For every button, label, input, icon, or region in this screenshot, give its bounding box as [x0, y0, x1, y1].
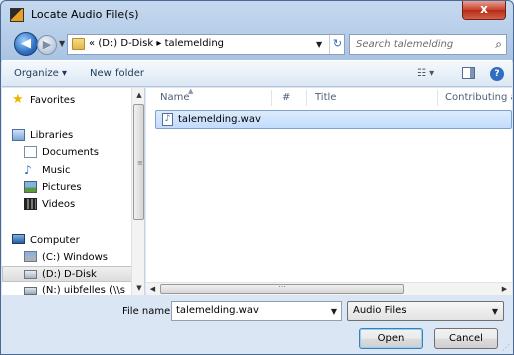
- videos-icon: [24, 198, 37, 210]
- chevron-down-icon[interactable]: ▼: [331, 307, 337, 316]
- file-name-label: File name:: [122, 306, 174, 317]
- audio-file-icon: ♪: [162, 113, 173, 126]
- change-view-button[interactable]: ☷ ▾: [417, 68, 434, 79]
- column-divider[interactable]: [271, 90, 272, 106]
- column-header: ▲ Name # Title Contributing ar: [146, 88, 512, 108]
- nav-vertical-scrollbar[interactable]: ▲ ≡ ▼: [131, 88, 144, 295]
- documents-icon: [24, 146, 37, 158]
- file-name-field[interactable]: talemelding.wav ▼: [171, 301, 342, 321]
- preview-pane-icon[interactable]: [462, 67, 475, 79]
- search-icon[interactable]: ⌕: [495, 37, 502, 52]
- nav-videos-label: Videos: [42, 199, 76, 210]
- computer-icon: [12, 234, 25, 244]
- address-dropdown-icon[interactable]: ▼: [316, 40, 322, 49]
- file-list: ▲ Name # Title Contributing ar ♪ talemel…: [146, 88, 512, 282]
- nav-favorites-label: Favorites: [30, 95, 76, 106]
- nav-music[interactable]: ♪ Music: [2, 163, 144, 179]
- navigation-pane: ★ Favorites Libraries Documents ♪ Music …: [2, 88, 145, 295]
- breadcrumb-folder[interactable]: talemelding: [165, 38, 224, 49]
- nav-music-label: Music: [42, 165, 71, 176]
- nav-libraries-label: Libraries: [30, 130, 74, 141]
- nav-favorites[interactable]: ★ Favorites: [2, 93, 144, 109]
- nav-computer-label: Computer: [30, 235, 80, 246]
- nav-drive-c[interactable]: (C:) Windows: [2, 250, 144, 266]
- scroll-left-icon[interactable]: ◀: [146, 283, 159, 296]
- breadcrumb-separator[interactable]: ▸: [156, 38, 161, 49]
- refresh-icon: ↻: [332, 37, 343, 50]
- nav-documents-label: Documents: [42, 147, 100, 158]
- column-contributing-artists[interactable]: Contributing ar: [445, 92, 512, 103]
- address-bar[interactable]: « (D:) D-Disk ▸ talemelding ▼: [67, 34, 345, 55]
- grip-icon: ≡: [137, 159, 143, 167]
- scroll-right-icon[interactable]: ▶: [498, 283, 511, 296]
- file-row[interactable]: ♪ talemelding.wav: [155, 110, 512, 129]
- column-divider[interactable]: [306, 90, 307, 106]
- drive-icon: [24, 270, 37, 279]
- breadcrumb: « (D:) D-Disk ▸ talemelding: [89, 38, 224, 49]
- scroll-thumb[interactable]: ≡: [133, 104, 144, 220]
- folder-icon: [72, 38, 85, 50]
- forward-arrow-icon: ▶: [42, 38, 52, 51]
- grip-icon: ⋯: [278, 282, 286, 291]
- help-icon[interactable]: ?: [490, 67, 504, 81]
- command-toolbar: Organize ▾ New folder ☷ ▾ ?: [2, 60, 512, 87]
- nav-computer[interactable]: Computer: [2, 233, 144, 249]
- forward-button[interactable]: ▶: [37, 35, 57, 55]
- column-name[interactable]: Name: [160, 92, 190, 103]
- pictures-icon: [24, 181, 37, 193]
- drive-icon: [24, 251, 37, 262]
- nav-videos[interactable]: Videos: [2, 197, 144, 213]
- title-bar[interactable]: Locate Audio File(s) x: [1, 1, 513, 29]
- chevron-down-icon: ▾: [429, 68, 435, 79]
- new-folder-button[interactable]: New folder: [90, 68, 144, 79]
- network-drive-icon: [24, 287, 37, 295]
- search-box[interactable]: ⌕: [349, 34, 507, 55]
- horizontal-scrollbar[interactable]: ◀ ⋯ ▶: [146, 282, 512, 295]
- refresh-button[interactable]: ↻: [329, 35, 345, 54]
- nav-pictures-label: Pictures: [42, 182, 82, 193]
- cancel-button[interactable]: Cancel: [434, 328, 498, 349]
- dialog-window: Locate Audio File(s) x ◀ ▶ ▼ « (D:) D-Di…: [0, 0, 514, 355]
- resize-grip-icon[interactable]: ⋰: [502, 343, 510, 352]
- column-divider[interactable]: [437, 90, 438, 106]
- libraries-icon: [12, 129, 25, 141]
- file-type-value: Audio Files: [353, 305, 407, 316]
- file-type-select[interactable]: Audio Files ▼: [347, 301, 504, 321]
- nav-documents[interactable]: Documents: [2, 145, 144, 161]
- address-row: ◀ ▶ ▼ « (D:) D-Disk ▸ talemelding ▼ ↻ ⌕: [1, 29, 513, 59]
- nav-drive-d-label: (D:) D-Disk: [42, 269, 97, 280]
- nav-pictures[interactable]: Pictures: [2, 180, 144, 196]
- nav-drive-n-label: (N:) uibfelles (\\s: [42, 285, 125, 295]
- scroll-up-icon[interactable]: ▲: [132, 88, 144, 102]
- file-name: talemelding.wav: [178, 114, 261, 125]
- scroll-down-icon[interactable]: ▼: [132, 281, 144, 295]
- close-button[interactable]: x: [462, 1, 506, 20]
- nav-drive-c-label: (C:) Windows: [42, 252, 108, 263]
- breadcrumb-overflow[interactable]: «: [89, 38, 95, 49]
- file-form: File name: talemelding.wav ▼ Audio Files…: [2, 296, 512, 354]
- organize-menu[interactable]: Organize ▾: [14, 68, 67, 79]
- view-list-icon: ☷: [417, 68, 426, 79]
- chevron-down-icon: ▼: [491, 307, 498, 316]
- column-number[interactable]: #: [282, 92, 290, 103]
- app-icon: [10, 8, 24, 22]
- recent-pages-dropdown[interactable]: ▼: [59, 39, 65, 48]
- window-title: Locate Audio File(s): [31, 8, 139, 21]
- nav-drive-n[interactable]: (N:) uibfelles (\\s: [2, 283, 144, 295]
- back-button[interactable]: ◀: [14, 32, 38, 56]
- column-title[interactable]: Title: [315, 92, 336, 103]
- back-arrow-icon: ◀: [21, 36, 31, 51]
- nav-libraries[interactable]: Libraries: [2, 128, 144, 144]
- nav-drive-d[interactable]: (D:) D-Disk: [2, 266, 144, 282]
- file-name-value[interactable]: talemelding.wav: [176, 305, 259, 316]
- horizontal-scroll-thumb[interactable]: ⋯: [160, 282, 404, 294]
- star-icon: ★: [12, 92, 24, 107]
- search-input[interactable]: [356, 37, 482, 52]
- breadcrumb-drive[interactable]: (D:) D-Disk: [98, 38, 153, 49]
- music-icon: ♪: [24, 163, 32, 177]
- open-button[interactable]: Open: [359, 328, 423, 349]
